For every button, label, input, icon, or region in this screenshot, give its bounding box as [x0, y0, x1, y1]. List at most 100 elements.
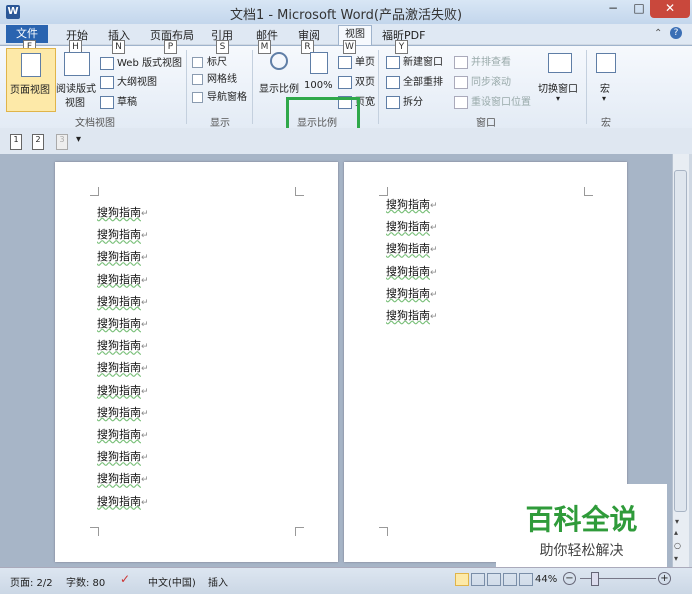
- paragraph-mark: ↵: [430, 289, 438, 300]
- split-button[interactable]: 拆分: [386, 93, 423, 109]
- two-pages-label: 双页: [355, 77, 375, 88]
- text-line[interactable]: 搜狗指南↵: [97, 337, 149, 353]
- macros-button[interactable]: 宏 ▾: [592, 50, 620, 108]
- arrange-all-label: 全部重排: [403, 77, 443, 88]
- insert-mode[interactable]: 插入: [208, 574, 228, 589]
- text-line[interactable]: 搜狗指南↵: [97, 248, 149, 264]
- text-line[interactable]: 搜狗指南↵: [97, 315, 149, 331]
- ruler-checkbox[interactable]: 标尺: [192, 53, 227, 68]
- line-text: 搜狗指南: [97, 405, 141, 419]
- paragraph-mark: ↵: [141, 209, 149, 219]
- text-line[interactable]: 搜狗指南↵: [97, 271, 149, 287]
- draft-icon: [100, 95, 114, 109]
- page-view-button[interactable]: 页面视图: [6, 48, 56, 112]
- language[interactable]: 中文(中国): [148, 574, 196, 589]
- print-layout-icon[interactable]: [455, 573, 469, 586]
- text-line[interactable]: 搜狗指南↵: [97, 359, 149, 375]
- gridlines-checkbox[interactable]: 网格线: [192, 70, 237, 85]
- zoom-slider-thumb[interactable]: [591, 572, 599, 586]
- zoom-level[interactable]: 44%: [535, 574, 557, 585]
- next-page-icon[interactable]: ▾: [674, 554, 678, 563]
- page-1[interactable]: 搜狗指南↵ 搜狗指南↵ 搜狗指南↵ 搜狗指南↵ 搜狗指南↵ 搜狗指南↵ 搜狗指南↵ 搜狗指南↵…: [55, 162, 338, 562]
- two-pages-button[interactable]: 双页: [338, 73, 375, 89]
- text-line[interactable]: 搜狗指南↵: [386, 285, 438, 301]
- switch-windows-label: 切换窗口: [538, 84, 578, 95]
- scroll-down-icon[interactable]: ▾: [675, 517, 679, 526]
- outline-button[interactable]: 大纲视图: [100, 73, 157, 89]
- page-2-icon[interactable]: 2: [32, 134, 44, 150]
- outline-view-icon[interactable]: [503, 573, 517, 586]
- text-line[interactable]: 搜狗指南↵: [97, 382, 149, 398]
- full-screen-icon[interactable]: [471, 573, 485, 586]
- text-line[interactable]: 搜狗指南↵: [386, 263, 438, 279]
- split-icon: [386, 95, 400, 109]
- keytip-references: S: [216, 40, 229, 54]
- zoom-100-button[interactable]: 100%: [304, 50, 334, 98]
- nav-pane-label: 导航窗格: [207, 92, 247, 103]
- paragraph-mark: ↵: [141, 497, 149, 508]
- browse-object-icon[interactable]: ○: [674, 541, 681, 550]
- help-icon[interactable]: ?: [670, 27, 682, 39]
- crop-mark-icon: [379, 527, 388, 536]
- prev-page-icon[interactable]: ▴: [674, 528, 678, 537]
- collapse-ribbon-icon[interactable]: ⌃: [654, 28, 662, 39]
- text-line[interactable]: 搜狗指南↵: [97, 493, 149, 509]
- text-line[interactable]: 搜狗指南↵: [97, 448, 149, 464]
- proofing-icon[interactable]: ✓: [120, 572, 130, 586]
- side-by-side-button[interactable]: 并排查看: [454, 53, 511, 69]
- maximize-button[interactable]: □: [626, 0, 652, 18]
- customize-toolbar-icon[interactable]: ▾: [76, 134, 81, 145]
- gridlines-label: 网格线: [207, 74, 237, 85]
- sync-scroll-button[interactable]: 同步滚动: [454, 73, 511, 89]
- chevron-down-icon: ▾: [556, 94, 561, 103]
- text-line[interactable]: 搜狗指南↵: [97, 426, 149, 442]
- minimize-button[interactable]: −: [600, 0, 626, 18]
- zoom-out-icon[interactable]: −: [563, 572, 576, 585]
- web-layout-button[interactable]: Web 版式视图: [100, 54, 182, 70]
- web-layout-icon[interactable]: [487, 573, 501, 586]
- paragraph-mark: ↵: [141, 342, 149, 353]
- text-line[interactable]: 搜狗指南↵: [97, 226, 149, 242]
- reading-view-button[interactable]: 阅读版式 视图: [56, 48, 98, 110]
- page-count[interactable]: 页面: 2/2: [10, 574, 53, 589]
- reset-position-label: 重设窗口位置: [471, 97, 531, 108]
- draft-button[interactable]: 草稿: [100, 93, 137, 109]
- group-label-show: 显示: [210, 118, 230, 129]
- line-text: 搜狗指南: [97, 472, 141, 486]
- paragraph-mark: ↵: [141, 364, 149, 375]
- text-line[interactable]: 搜狗指南↵: [386, 196, 438, 212]
- zoom-in-icon[interactable]: +: [658, 572, 671, 585]
- line-text: 搜狗指南: [97, 383, 141, 397]
- text-line[interactable]: 搜狗指南↵: [386, 240, 438, 256]
- line-text: 搜狗指南: [97, 250, 141, 264]
- zoom-button[interactable]: 显示比例: [258, 50, 300, 98]
- draft-view-icon[interactable]: [519, 573, 533, 586]
- text-line[interactable]: 搜狗指南↵: [97, 404, 149, 420]
- paragraph-mark: ↵: [430, 201, 438, 211]
- paragraph-mark: ↵: [141, 320, 149, 330]
- reading-view-label-2: 视图: [65, 98, 85, 109]
- nav-pane-checkbox[interactable]: 导航窗格: [192, 88, 247, 103]
- arrange-all-button[interactable]: 全部重排: [386, 73, 443, 89]
- one-page-button[interactable]: 单页: [338, 53, 375, 69]
- text-line[interactable]: 搜狗指南↵: [386, 218, 438, 234]
- group-separator: [186, 50, 187, 124]
- text-line[interactable]: 搜狗指南↵: [97, 470, 149, 486]
- page-1-icon[interactable]: 1: [10, 134, 22, 150]
- line-text: 搜狗指南: [97, 494, 141, 508]
- switch-windows-button[interactable]: 切换窗口 ▾: [538, 50, 582, 108]
- text-line[interactable]: 搜狗指南↵: [97, 204, 149, 220]
- text-line[interactable]: 搜狗指南↵: [386, 307, 438, 323]
- page-3-icon[interactable]: 3: [56, 134, 68, 150]
- text-line[interactable]: 搜狗指南↵: [97, 293, 149, 309]
- close-button[interactable]: ✕: [650, 0, 690, 18]
- line-text: 搜狗指南: [386, 286, 430, 300]
- scrollbar-thumb[interactable]: [674, 170, 687, 512]
- draft-label: 草稿: [117, 97, 137, 108]
- macros-label: 宏: [600, 84, 610, 95]
- line-text: 搜狗指南: [97, 317, 141, 330]
- new-window-button[interactable]: 新建窗口: [386, 53, 443, 69]
- reset-position-button[interactable]: 重设窗口位置: [454, 93, 531, 109]
- word-count[interactable]: 字数: 80: [66, 574, 105, 589]
- paragraph-mark: ↵: [141, 408, 149, 419]
